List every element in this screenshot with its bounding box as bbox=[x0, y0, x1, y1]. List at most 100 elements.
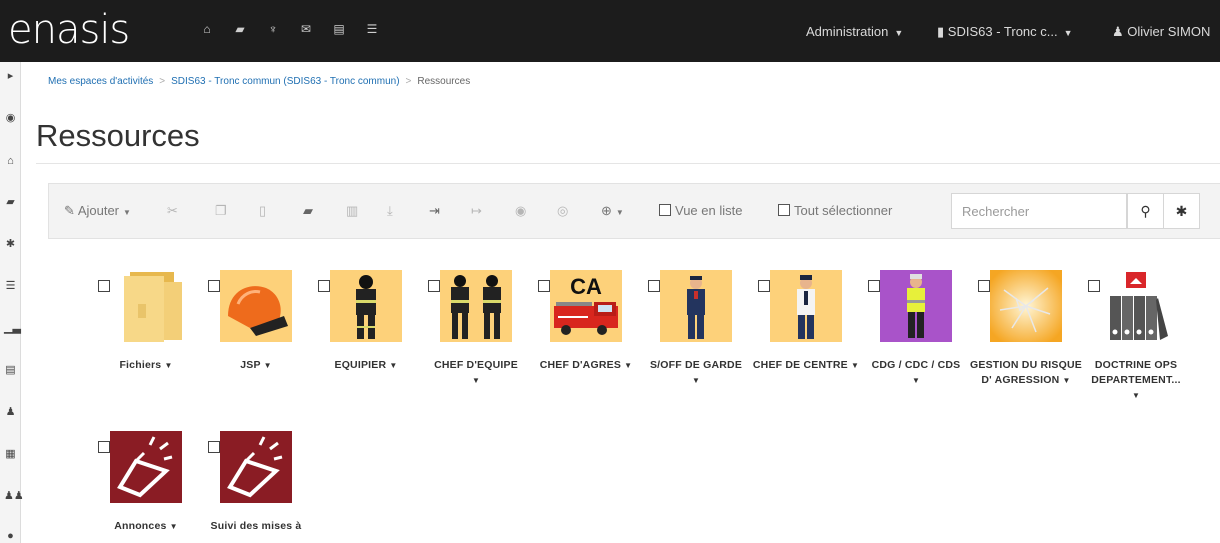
tile-label: JSP ▼ bbox=[240, 359, 272, 371]
helmet-image bbox=[220, 270, 292, 342]
tile-checkbox[interactable] bbox=[978, 280, 990, 292]
chief-image bbox=[770, 270, 842, 342]
sign-out-icon[interactable]: ↦ bbox=[471, 203, 482, 219]
eye-icon[interactable]: ◉ bbox=[515, 203, 526, 219]
tile-checkbox[interactable] bbox=[318, 280, 330, 292]
user-menu[interactable]: ♟ Olivier SIMON bbox=[1112, 24, 1210, 40]
envelope-icon[interactable]: ✉ bbox=[299, 22, 313, 36]
search-input[interactable] bbox=[951, 193, 1127, 229]
tile-label: CHEF D'AGRES ▼ bbox=[539, 359, 633, 371]
breadcrumb-current: Ressources bbox=[417, 76, 471, 87]
trash-icon[interactable]: ▥ bbox=[346, 203, 358, 219]
caret-down-icon: ▼ bbox=[263, 361, 272, 370]
user-icon[interactable]: ♟ bbox=[4, 406, 17, 419]
tile-checkbox[interactable] bbox=[868, 280, 880, 292]
bar-chart-icon[interactable]: ▁▃ bbox=[4, 322, 21, 335]
caret-down-icon: ▼ bbox=[911, 376, 921, 385]
search-icon: ⚲ bbox=[1140, 203, 1151, 219]
calendar-icon[interactable]: ▦ bbox=[4, 448, 17, 461]
tile-checkbox[interactable] bbox=[428, 280, 440, 292]
tile-label: GESTION DU RISQUE D' AGRESSION ▼ bbox=[970, 359, 1082, 386]
workspace-menu[interactable]: ▮ SDIS63 - Tronc c... ▼ bbox=[937, 24, 1073, 41]
select-all-toggle[interactable]: Tout sélectionner bbox=[778, 203, 892, 219]
select-all-checkbox[interactable] bbox=[778, 204, 790, 216]
newspaper-icon[interactable]: ▤ bbox=[4, 364, 17, 377]
copy-icon[interactable]: ❐ bbox=[215, 203, 227, 219]
zoom-icon: ⊕ bbox=[601, 203, 612, 218]
list-icon[interactable]: ☰ bbox=[365, 22, 379, 36]
search-button[interactable]: ⚲ bbox=[1127, 193, 1164, 229]
breadcrumb-item[interactable]: Mes espaces d'activités bbox=[48, 76, 153, 87]
truck-badge: CA bbox=[570, 274, 602, 299]
breadcrumb-item[interactable]: SDIS63 - Tronc commun (SDIS63 - Tronc co… bbox=[171, 76, 399, 87]
home-icon[interactable]: ⌂ bbox=[200, 22, 214, 36]
cut-icon[interactable]: ✂ bbox=[167, 203, 178, 219]
tile-label: CHEF D'EQUIPE ▼ bbox=[434, 359, 518, 385]
fire-truck-image: CA bbox=[550, 270, 622, 342]
tile-checkbox[interactable] bbox=[208, 280, 220, 292]
tile-label: S/OFF DE GARDE ▼ bbox=[649, 359, 743, 385]
tile-label: CHEF DE CENTRE ▼ bbox=[752, 359, 860, 371]
download-icon[interactable]: ⤓ bbox=[387, 203, 393, 219]
tile-checkbox[interactable] bbox=[538, 280, 550, 292]
folder-icon[interactable]: ▰ bbox=[4, 196, 17, 209]
paste-icon[interactable]: ▯ bbox=[259, 203, 266, 219]
page-title: Ressources bbox=[36, 118, 200, 153]
caret-down-icon: ▼ bbox=[894, 28, 904, 38]
folder-image bbox=[124, 272, 182, 342]
list-icon[interactable]: ☰ bbox=[4, 280, 17, 293]
caret-down-icon: ▼ bbox=[1131, 391, 1141, 400]
eye-icon[interactable]: ◉ bbox=[4, 112, 17, 125]
gear-icon[interactable]: ✱ bbox=[4, 238, 17, 251]
edit-icon: ✎ bbox=[64, 203, 75, 218]
top-navbar: enasis ⌂ ▰ ♆ ✉ ▤ ☰ Administration ▼ ▮ SDI… bbox=[0, 0, 1220, 62]
tile-label: CDG / CDC / CDS ▼ bbox=[871, 359, 961, 385]
breadcrumb-separator: > bbox=[405, 76, 412, 87]
chat-icon[interactable]: ● bbox=[4, 530, 17, 543]
newspaper-icon[interactable]: ▤ bbox=[332, 22, 346, 36]
tile-checkbox[interactable] bbox=[98, 441, 110, 453]
eye-slash-icon[interactable]: ◎ bbox=[557, 203, 568, 219]
two-firefighters-image bbox=[440, 270, 512, 342]
breadcrumb-separator: > bbox=[159, 76, 166, 87]
tile-label: DOCTRINE OPS DEPARTEMENT... ▼ bbox=[1091, 359, 1181, 400]
caret-down-icon: ▼ bbox=[624, 361, 633, 370]
officer-image bbox=[660, 270, 732, 342]
megaphone-image bbox=[110, 431, 182, 503]
home-icon[interactable]: ⌂ bbox=[4, 155, 17, 168]
left-sidebar: ▸ ◉ ⌂ ▰ ✱ ☰ ▁▃ ▤ ♟ ▦ ♟♟ ● bbox=[0, 62, 24, 543]
tile-checkbox[interactable] bbox=[208, 441, 220, 453]
firefighter-image bbox=[330, 270, 402, 342]
folder-icon[interactable]: ▰ bbox=[233, 22, 247, 36]
gear-icon: ✱ bbox=[1175, 203, 1188, 219]
list-view-toggle[interactable]: Vue en liste bbox=[659, 203, 742, 219]
group-icon[interactable]: ♟♟ bbox=[4, 490, 24, 503]
binders-image bbox=[1100, 270, 1172, 342]
folder-move-icon[interactable]: ▰ bbox=[303, 203, 313, 219]
tile-checkbox[interactable] bbox=[758, 280, 770, 292]
breadcrumb: Mes espaces d'activités > SDIS63 - Tronc c… bbox=[48, 76, 470, 87]
caret-down-icon: ▼ bbox=[123, 208, 131, 217]
settings-button[interactable]: ✱ bbox=[1163, 193, 1200, 229]
zoom-dropdown[interactable]: ⊕ ▼ bbox=[601, 203, 624, 221]
sign-in-icon[interactable]: ⇥ bbox=[429, 203, 440, 219]
megaphone-image bbox=[220, 431, 292, 503]
tile-checkbox[interactable] bbox=[98, 280, 110, 292]
add-button[interactable]: ✎ Ajouter ▼ bbox=[64, 203, 131, 221]
brand-logo[interactable]: enasis bbox=[8, 6, 130, 54]
tile-label: Fichiers ▼ bbox=[119, 359, 173, 371]
caret-right-icon[interactable]: ▸ bbox=[4, 70, 17, 83]
administration-menu[interactable]: Administration ▼ bbox=[806, 24, 903, 41]
caret-down-icon: ▼ bbox=[164, 361, 173, 370]
tile-label: Suivi des mises à bbox=[210, 520, 302, 532]
caret-down-icon: ▼ bbox=[389, 361, 398, 370]
trophy-icon[interactable]: ♆ bbox=[266, 22, 280, 36]
resources-toolbar: ✎ Ajouter ▼ ✂ ❐ ▯ ▰ ▥ ⤓ ⇥ ↦ ◉ ◎ ⊕ ▼ Vue en… bbox=[48, 183, 1220, 239]
list-view-checkbox[interactable] bbox=[659, 204, 671, 216]
tile-checkbox[interactable] bbox=[1088, 280, 1100, 292]
nav-icon-bar: ⌂ ▰ ♆ ✉ ▤ ☰ bbox=[200, 22, 379, 36]
tile-checkbox[interactable] bbox=[648, 280, 660, 292]
user-icon: ♟ bbox=[1112, 24, 1124, 39]
caret-down-icon: ▼ bbox=[1063, 28, 1073, 38]
shatter-image bbox=[990, 270, 1062, 342]
